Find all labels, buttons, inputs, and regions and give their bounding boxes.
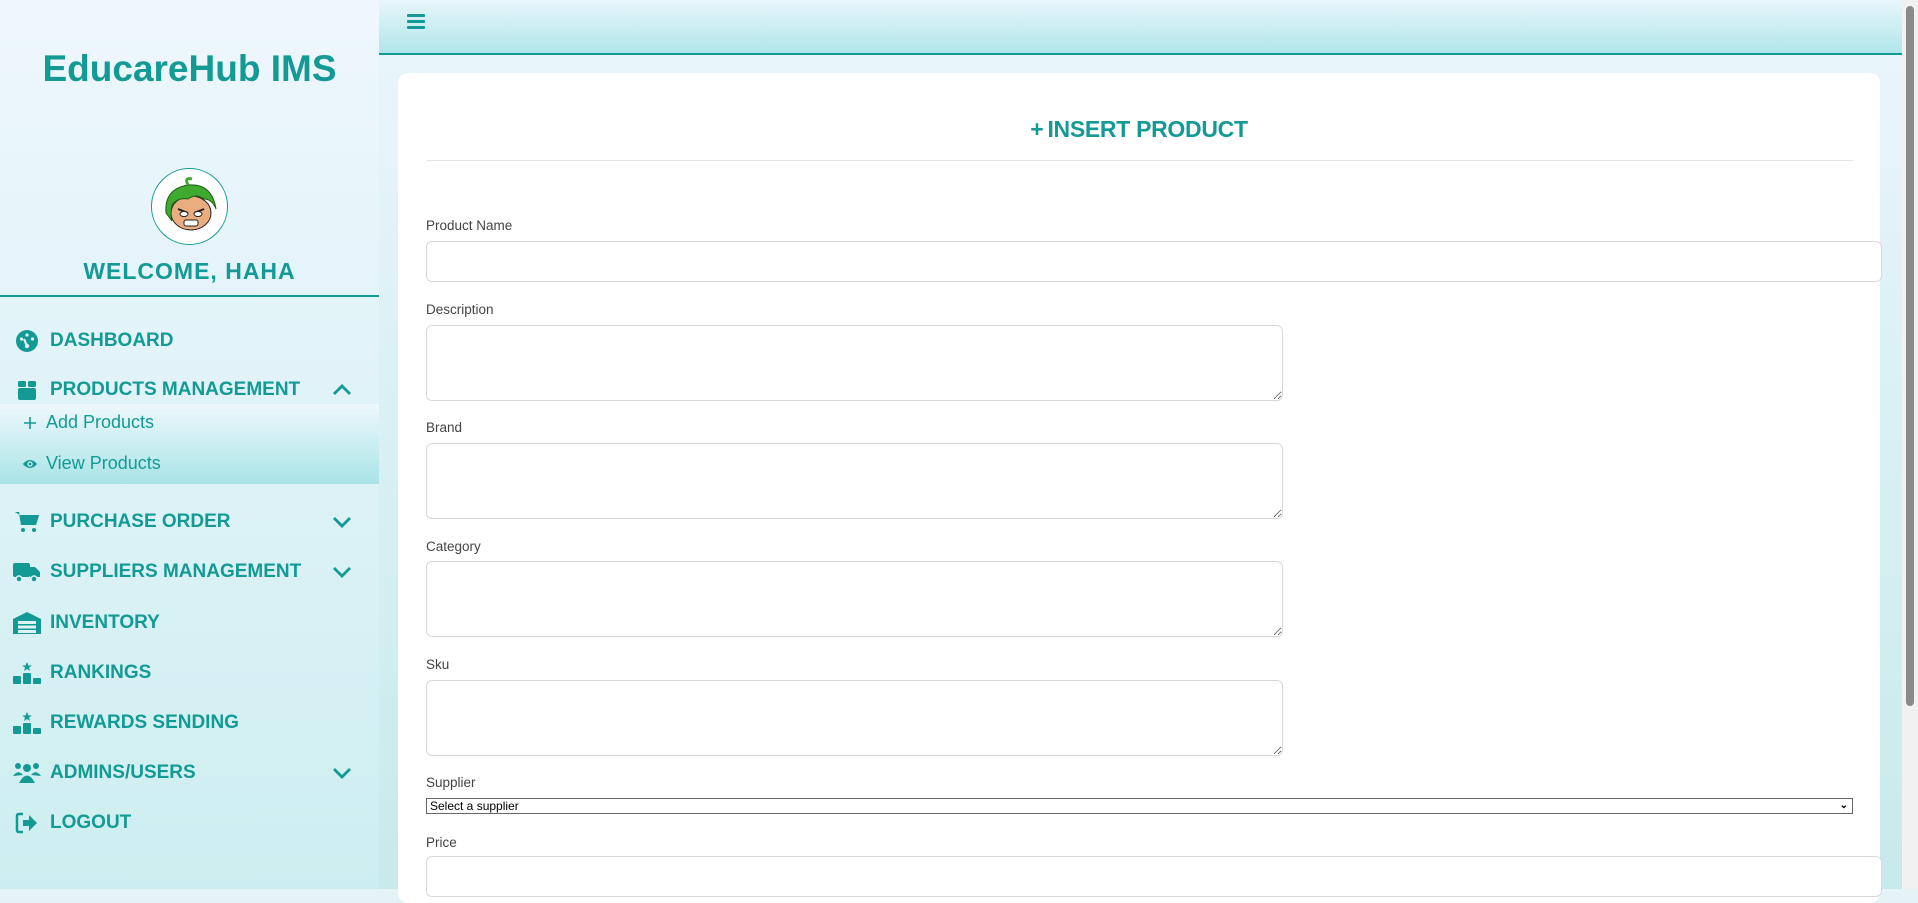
price-label: Price [426, 835, 457, 850]
price-input[interactable] [426, 856, 1882, 897]
title-divider [426, 160, 1853, 161]
submenu-label: Add Products [46, 412, 155, 432]
page-title-text: INSERT PRODUCT [1047, 116, 1248, 142]
sidebar-item-rankings[interactable]: RANKINGS [0, 653, 379, 693]
eye-icon [22, 458, 38, 470]
brand-label: Brand [426, 420, 463, 435]
page-scrollbar[interactable] [1902, 0, 1918, 889]
page-title: + INSERT PRODUCT [398, 116, 1880, 143]
sidebar-item-label: ADMINS/USERS [50, 762, 196, 783]
sidebar-item-inventory[interactable]: INVENTORY [0, 603, 379, 643]
product-name-input[interactable] [426, 241, 1882, 282]
sidebar-item-label: REWARDS SENDING [50, 712, 239, 733]
description-label: Description [426, 302, 494, 317]
sidebar-divider [0, 295, 379, 297]
sku-textarea[interactable] [426, 680, 1283, 756]
submenu-add-products[interactable]: Add Products [22, 412, 154, 433]
chevron-down-icon[interactable] [330, 510, 354, 534]
supplier-label: Supplier [426, 775, 476, 790]
brand-textarea[interactable] [426, 443, 1283, 519]
supplier-select-value: Select a supplier [430, 799, 519, 813]
logout-icon [13, 810, 41, 836]
avatar [151, 168, 228, 245]
sidebar-item-dashboard[interactable]: DASHBOARD [0, 321, 379, 361]
ranking-podium-icon [13, 660, 41, 686]
scrollbar-thumb[interactable] [1906, 6, 1914, 706]
sidebar-item-purchase-order[interactable]: PURCHASE ORDER [0, 502, 379, 542]
chevron-down-icon[interactable] [330, 761, 354, 785]
submenu-label: View Products [46, 453, 161, 473]
sidebar-item-label: INVENTORY [50, 612, 160, 633]
sku-label: Sku [426, 657, 450, 672]
sidebar-item-label: SUPPLIERS MANAGEMENT [50, 561, 302, 582]
shopping-cart-icon [13, 509, 41, 535]
products-submenu: Add Products View Products [0, 404, 379, 484]
users-icon [13, 760, 41, 786]
brand-title: EducareHub IMS [42, 48, 337, 89]
sidebar-item-admins-users[interactable]: ADMINS/USERS [0, 753, 379, 793]
chevron-down-icon[interactable] [330, 560, 354, 584]
product-name-label: Product Name [426, 218, 513, 233]
plus-icon: + [1030, 116, 1044, 142]
plus-icon [22, 416, 38, 430]
sidebar-item-label: RANKINGS [50, 662, 152, 683]
dashboard-gauge-icon [13, 328, 41, 354]
truck-icon [13, 559, 41, 585]
sidebar-item-label: PURCHASE ORDER [50, 511, 231, 532]
chevron-up-icon[interactable] [330, 378, 354, 402]
hamburger-menu-icon[interactable] [407, 14, 425, 32]
sidebar-item-suppliers-management[interactable]: SUPPLIERS MANAGEMENT [0, 552, 379, 592]
description-textarea[interactable] [426, 325, 1283, 401]
top-header [379, 0, 1902, 55]
avatar-image [165, 177, 217, 231]
category-label: Category [426, 539, 481, 554]
sidebar-item-label: LOGOUT [50, 812, 132, 833]
submenu-view-products[interactable]: View Products [22, 453, 161, 474]
category-textarea[interactable] [426, 561, 1283, 637]
sidebar: EducareHub IMS WELCOME, HAHA DASHBOARD P… [0, 0, 379, 889]
sidebar-item-rewards-sending[interactable]: REWARDS SENDING [0, 703, 379, 743]
chevron-down-icon: ⌄ [1839, 800, 1848, 811]
supplier-select[interactable]: Select a supplier ⌄ [426, 798, 1853, 814]
sidebar-item-label: DASHBOARD [50, 330, 174, 351]
sidebar-item-label: PRODUCTS MANAGEMENT [50, 379, 301, 400]
warehouse-icon [13, 610, 41, 636]
sidebar-item-logout[interactable]: LOGOUT [0, 803, 379, 843]
ranking-podium-icon [13, 710, 41, 736]
welcome-text: WELCOME, HAHA [83, 258, 296, 284]
box-icon [13, 377, 41, 403]
